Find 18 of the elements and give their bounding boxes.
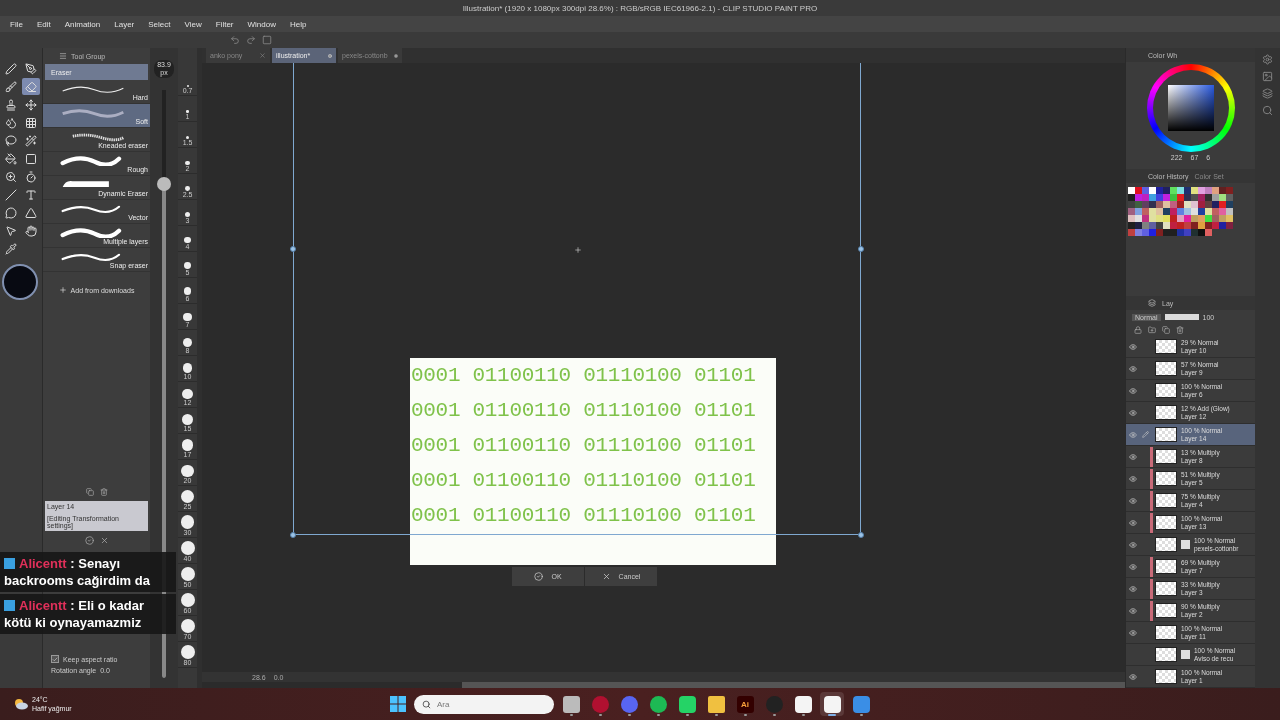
canvas-text: 0001 01100110 01110100 01101 [410,434,757,457]
canvas-text: 0001 01100110 01110100 01101 [410,364,757,387]
menu-item[interactable]: Window [247,19,276,29]
menu-item[interactable]: Layer [114,19,135,29]
menu-item[interactable]: Edit [36,19,51,29]
menu-item[interactable]: View [184,19,202,29]
menu-item[interactable]: Help [289,19,307,29]
canvas-text: 0001 01100110 01110100 01101 [410,399,757,422]
menu-item[interactable]: Select [148,19,171,29]
menu-item[interactable]: File [10,19,23,29]
chat-message: Alicentt : Eli o kadar kötü ki oynayamazmiz [0,594,176,634]
menu-item[interactable]: Filter [215,19,234,29]
chat-message: Alicentt : Senayı backrooms cağirdim da [0,552,176,592]
menu-item[interactable]: Animation [64,19,101,29]
canvas-text: 0001 01100110 01110100 01101 [410,469,757,492]
search-field[interactable]: Ara [414,694,554,714]
window-title: Illustration* (1920 x 1080px 300dpi 28.6%) : RGB/sRGB IEC61966-2.1) - CLIP STUDIO PAINT PRO [462,3,818,13]
canvas-text: 0001 01100110 01110100 01101 [410,504,757,527]
